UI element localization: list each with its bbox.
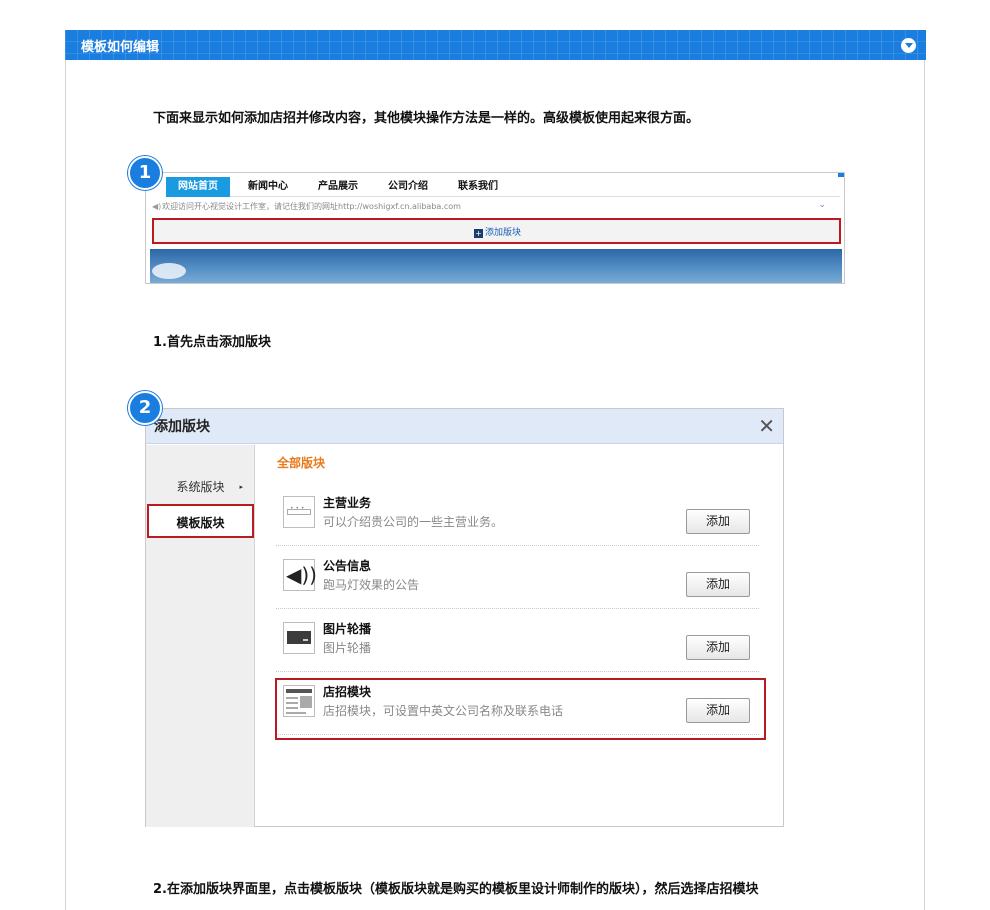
nav-item-news[interactable]: 新闻中心	[236, 177, 300, 197]
sidebar-item-system[interactable]: 系统版块 ▸	[146, 470, 255, 504]
module-desc: 可以介绍贵公司的一些主营业务。	[323, 515, 504, 529]
step2-caption: 2.在添加版块界面里，点击模板版块（模板版块就是购买的模板里设计师制作的版块），…	[153, 882, 759, 897]
module-desc: 店招模块，可设置中英文公司名称及联系电话	[323, 704, 564, 718]
panel-header: 模板如何编辑	[65, 30, 926, 60]
nav-item-about[interactable]: 公司介绍	[376, 177, 440, 197]
step-badge-2: 2	[128, 391, 162, 425]
nav-item-products[interactable]: 产品展示	[306, 177, 370, 197]
intro-text: 下面来显示如何添加店招并修改内容，其他模块操作方法是一样的。高级模板使用起来很方…	[153, 111, 700, 126]
add-block-dialog: 添加版块 ✕ 系统版块 ▸ 模板版块 全部版块 主营业务 可以介绍贵公司的一些主…	[145, 408, 784, 827]
module-name: 图片轮播	[323, 622, 372, 636]
dialog-title: 添加版块	[154, 419, 210, 435]
add-button[interactable]: 添加	[686, 509, 750, 534]
speaker-small-icon: ◀)	[152, 202, 162, 211]
add-button[interactable]: 添加	[686, 698, 750, 723]
add-block-button[interactable]: + 添加版块	[474, 225, 521, 238]
layout-strip-icon	[283, 496, 315, 528]
close-icon[interactable]: ✕	[758, 414, 775, 438]
module-row: 图片轮播 图片轮播 添加	[276, 609, 759, 672]
speaker-icon: ◀))	[283, 559, 317, 591]
module-row: 店招模块 店招模块，可设置中英文公司名称及联系电话 添加	[276, 672, 759, 735]
step1-caption: 1.首先点击添加版块	[153, 335, 271, 350]
add-block-strip[interactable]: + 添加版块	[152, 218, 841, 244]
cloud-shape	[152, 263, 186, 279]
site-nav-bar: 网站首页 新闻中心 产品展示 公司介绍 联系我们	[166, 177, 840, 197]
notice-marquee: ◀)欢迎访问开心视觉设计工作室，请记住我们的网址http://woshigxf.…	[152, 201, 461, 212]
collapse-toggle-icon[interactable]	[901, 38, 916, 53]
module-desc: 跑马灯效果的公告	[323, 578, 420, 592]
add-button[interactable]: 添加	[686, 572, 750, 597]
panel-title: 模板如何编辑	[81, 40, 160, 55]
slideshow-icon	[283, 622, 315, 654]
screenshot-add-block-strip: 网站首页 新闻中心 产品展示 公司介绍 联系我们 ◀)欢迎访问开心视觉设计工作室…	[145, 172, 845, 284]
step-badge-1: 1	[128, 156, 162, 190]
module-row: ◀)) 公告信息 跑马灯效果的公告 添加	[276, 546, 759, 609]
sidebar-item-label: 模板版块	[176, 516, 225, 530]
notice-text: 欢迎访问开心视觉设计工作室，请记住我们的网址http://woshigxf.cn…	[162, 202, 461, 211]
add-block-label: 添加版块	[485, 228, 522, 238]
nav-item-contact[interactable]: 联系我们	[446, 177, 510, 197]
signboard-icon	[283, 685, 315, 717]
dialog-content: 全部版块 主营业务 可以介绍贵公司的一些主营业务。 添加 ◀)) 公告信息 跑马…	[256, 445, 783, 827]
section-label: 全部版块	[277, 456, 326, 470]
dialog-sidebar: 系统版块 ▸ 模板版块	[146, 445, 255, 827]
module-name: 主营业务	[323, 496, 372, 510]
module-row: 主营业务 可以介绍贵公司的一些主营业务。 添加	[276, 483, 759, 546]
banner-image	[150, 249, 842, 283]
dialog-header: 添加版块 ✕	[146, 409, 783, 444]
module-name: 公告信息	[323, 559, 372, 573]
module-desc: 图片轮播	[323, 641, 372, 655]
sidebar-item-label: 系统版块	[176, 480, 225, 494]
caret-right-icon: ▸	[239, 483, 243, 491]
nav-item-home[interactable]: 网站首页	[166, 177, 230, 197]
plus-icon: +	[474, 229, 483, 238]
add-button[interactable]: 添加	[686, 635, 750, 660]
sidebar-item-template[interactable]: 模板版块	[147, 504, 254, 538]
module-name: 店招模块	[323, 685, 372, 699]
chevron-down-icon[interactable]: ⌄	[818, 200, 826, 210]
